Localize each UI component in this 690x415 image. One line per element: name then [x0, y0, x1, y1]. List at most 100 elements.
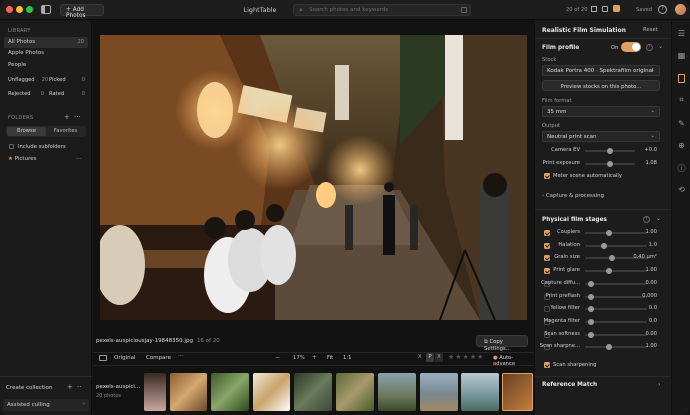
adjustments-icon[interactable]: ☰ [672, 29, 690, 38]
info-icon[interactable]: ! [646, 44, 653, 51]
filter-rated[interactable]: Rated 0 [49, 91, 85, 97]
filmstrip-thumb[interactable] [170, 373, 207, 411]
slider-knob[interactable] [587, 280, 594, 287]
slider-knob[interactable] [606, 344, 613, 351]
compare-button[interactable]: Compare [146, 355, 171, 361]
capture-processing-section[interactable]: › Capture & processing [542, 193, 604, 199]
slider-knob[interactable] [587, 331, 594, 338]
filmstrip-thumb[interactable] [378, 373, 416, 411]
camera-ev-slider[interactable] [585, 148, 635, 154]
stage-value: 0.0 [648, 317, 657, 324]
zoom-window-button[interactable] [26, 6, 33, 13]
presets-icon[interactable]: ▦ [672, 51, 690, 60]
slider-knob[interactable] [608, 255, 615, 262]
collection-more-icon[interactable]: ·· [77, 383, 81, 391]
original-button[interactable]: Original [114, 355, 136, 361]
slider-knob[interactable] [587, 318, 594, 325]
include-subfolders-checkbox[interactable] [9, 144, 14, 149]
tool-rail: ☰ ▦ ⌗ ✎ ⊕ ⓘ ⟲ [671, 21, 690, 415]
library-item-count: 20 [77, 39, 84, 45]
library-item-apple-photos[interactable]: Apple Photos [4, 48, 88, 59]
reset-button[interactable]: Reset [643, 27, 658, 33]
chevron-down-icon[interactable]: ⌄ [656, 215, 661, 222]
filmstrip-thumb[interactable] [294, 373, 332, 411]
flag-reject-alt-button[interactable]: X [435, 353, 443, 362]
slider-knob[interactable] [607, 161, 613, 167]
minimize-window-button[interactable] [16, 6, 23, 13]
add-collection-icon[interactable]: + [67, 383, 73, 391]
avatar[interactable] [675, 4, 686, 15]
grid-view-icon[interactable] [591, 6, 597, 12]
slider-knob[interactable] [587, 293, 594, 300]
filter-count: 0 [40, 91, 44, 97]
zoom-out-icon[interactable]: − [275, 354, 280, 361]
folder-more-icon[interactable]: ··· [76, 156, 82, 163]
filter-picked[interactable]: Picked 0 [49, 77, 85, 83]
film-profile-toggle[interactable] [621, 42, 641, 52]
single-view-icon[interactable] [602, 6, 608, 12]
one-to-one-button[interactable]: 1:1 [343, 355, 352, 361]
library-item-people[interactable]: People [4, 60, 88, 71]
add-folder-icon[interactable]: + [64, 113, 70, 121]
filmstrip-toggle-icon[interactable] [99, 355, 107, 361]
output-value: Neutral print scan [547, 134, 597, 140]
slider-knob[interactable] [587, 306, 594, 313]
slider-knob[interactable] [606, 268, 613, 275]
assisted-culling-button[interactable]: Assisted culling › [3, 399, 89, 411]
meter-scene-checkbox[interactable] [544, 173, 550, 179]
folder-pictures[interactable]: ★ Pictures [8, 156, 36, 162]
crop-icon[interactable]: ⌗ [672, 95, 690, 105]
photo-preview[interactable] [100, 35, 527, 320]
info-icon[interactable]: ! [643, 216, 650, 223]
slider-knob[interactable] [607, 148, 613, 154]
scan-sharpening-checkbox[interactable] [544, 362, 550, 368]
copy-settings-button[interactable]: ⧉ Copy Settings... [476, 335, 528, 352]
add-icon[interactable]: ⊕ [672, 141, 690, 150]
filmstrip-thumb[interactable] [211, 373, 249, 411]
filmstrip-thumb[interactable] [420, 373, 458, 411]
flag-reject-button[interactable]: X [418, 354, 422, 360]
fit-button[interactable]: Fit [327, 355, 333, 361]
chevron-down-icon[interactable]: ⌄ [658, 43, 663, 50]
search-input[interactable]: ⌕ Search photos and keywords [293, 4, 471, 16]
reference-match-header[interactable]: Reference Match [542, 382, 597, 388]
film-format-select[interactable]: 35 mm ⌄ [542, 106, 660, 117]
more-icon[interactable]: ··· [74, 113, 81, 121]
filmstrip-thumb[interactable] [144, 373, 166, 411]
filter-unflagged[interactable]: Unflagged 20 [8, 77, 48, 83]
more-options-icon[interactable]: ··· [178, 353, 184, 360]
sidebar-toggle-icon[interactable] [41, 5, 51, 14]
film-icon[interactable] [678, 74, 685, 83]
filmstrip-thumb-selected[interactable] [502, 373, 533, 411]
filter-rejected[interactable]: Rejected 0 [8, 91, 44, 97]
info-circle-icon[interactable]: ⓘ [672, 163, 690, 174]
divider [93, 365, 533, 366]
add-photos-button[interactable]: + Add Photos [60, 4, 104, 19]
brush-icon[interactable]: ✎ [672, 119, 690, 128]
filter-icon[interactable] [461, 7, 467, 13]
chevron-right-icon[interactable]: › [658, 381, 660, 388]
search-placeholder: Search photos and keywords [309, 7, 389, 13]
preview-stocks-button[interactable]: Preview stocks on this photo... [542, 80, 660, 91]
tab-favorites[interactable]: Favorites [46, 127, 85, 136]
create-collection-button[interactable]: Create collection [6, 385, 52, 391]
stock-label: Stock [542, 57, 557, 63]
filmstrip-thumb[interactable] [336, 373, 374, 411]
slider-knob[interactable] [600, 242, 607, 249]
slider-knob[interactable] [606, 230, 613, 236]
star-rating[interactable]: ★★★★★ [448, 353, 484, 361]
stock-select[interactable]: Kodak Portra 400 · Spektrafilm original ⌄ [542, 65, 660, 76]
filter-count: 0 [81, 77, 85, 83]
output-select[interactable]: Neutral print scan ⌄ [542, 131, 660, 142]
flag-pick-button[interactable]: P [426, 353, 434, 362]
print-exposure-slider[interactable] [585, 161, 635, 167]
help-icon[interactable]: ? [658, 5, 667, 14]
zoom-in-icon[interactable]: + [312, 354, 317, 361]
close-window-button[interactable] [6, 6, 13, 13]
edit-mode-icon[interactable] [613, 5, 620, 12]
library-item-all-photos[interactable]: All Photos 20 [4, 37, 88, 48]
filmstrip-thumb[interactable] [253, 373, 290, 411]
tab-browse[interactable]: Browse [7, 127, 46, 136]
filmstrip-thumb[interactable] [461, 373, 499, 411]
history-icon[interactable]: ⟲ [672, 185, 690, 194]
